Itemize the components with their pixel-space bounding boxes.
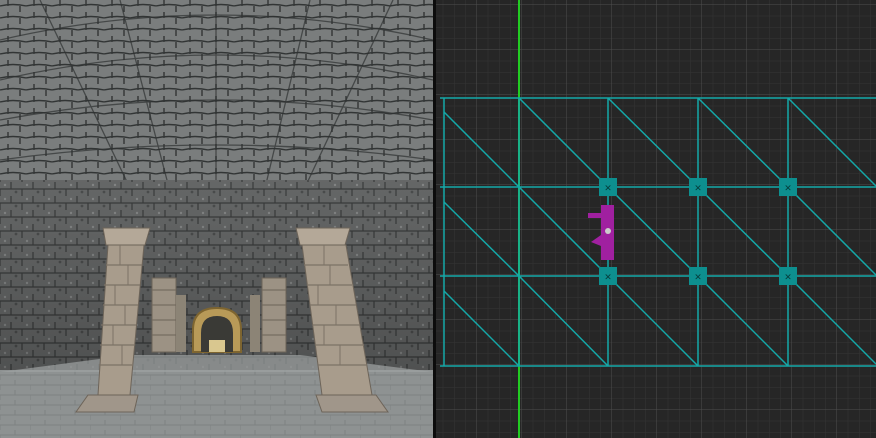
arch-doorway xyxy=(192,306,242,353)
vertex-handle-icon[interactable]: ✕ xyxy=(599,267,617,285)
top-view-grid: ✕ ✕ ✕ ✕ ✕ ✕ xyxy=(436,0,876,438)
perspective-scene xyxy=(0,0,433,438)
svg-text:✕: ✕ xyxy=(784,273,792,283)
vertex-handle-icon[interactable]: ✕ xyxy=(689,267,707,285)
svg-text:✕: ✕ xyxy=(604,184,612,194)
svg-text:✕: ✕ xyxy=(694,184,702,194)
vertex-handle-icon[interactable]: ✕ xyxy=(599,178,617,196)
svg-text:✕: ✕ xyxy=(694,273,702,283)
vertex-handle-icon[interactable]: ✕ xyxy=(689,178,707,196)
level-editor: ✕ ✕ ✕ ✕ ✕ ✕ xyxy=(0,0,876,438)
top-view-viewport[interactable]: ✕ ✕ ✕ ✕ ✕ ✕ xyxy=(436,0,876,438)
perspective-viewport[interactable] xyxy=(0,0,433,438)
far-pillar-right xyxy=(261,277,287,353)
svg-text:✕: ✕ xyxy=(784,184,792,194)
far-pillar-left xyxy=(151,277,177,353)
svg-text:✕: ✕ xyxy=(604,273,612,283)
vertex-handle-icon[interactable]: ✕ xyxy=(779,267,797,285)
vertex-handle-icon[interactable]: ✕ xyxy=(779,178,797,196)
